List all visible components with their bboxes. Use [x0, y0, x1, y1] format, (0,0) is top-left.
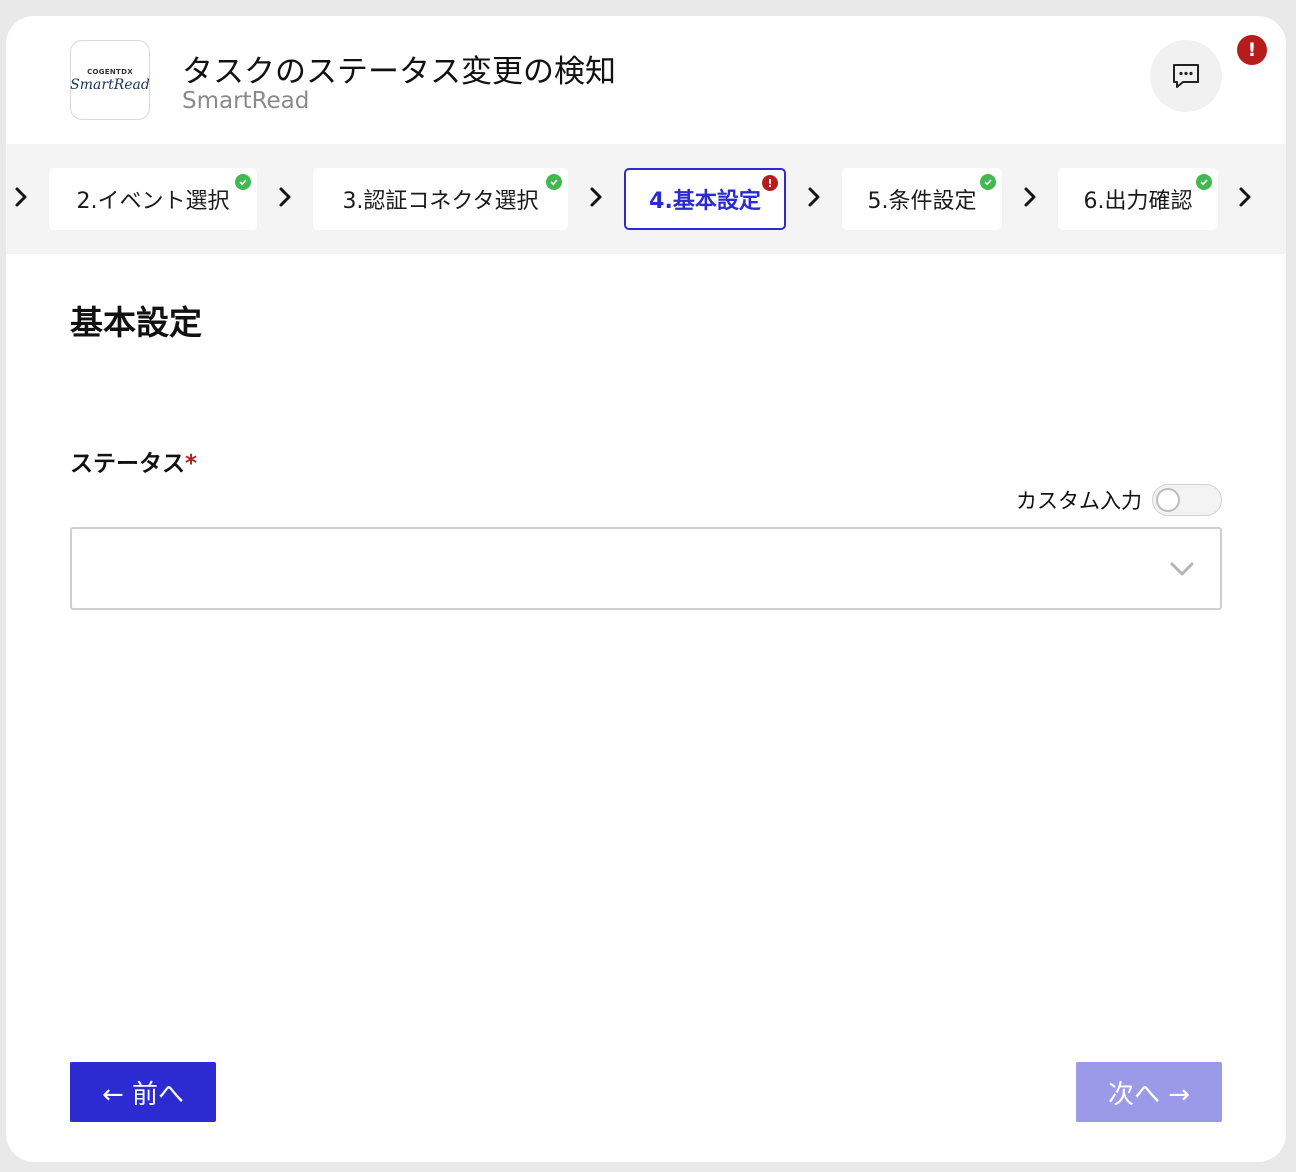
step-label: 4.基本設定 [649, 189, 761, 214]
step-navigation: 2.イベント選択 3.認証コネクタ選択 4.基本設定 ! 5.条件設定 6.出力… [6, 144, 1286, 254]
chevron-right-icon [808, 187, 820, 207]
error-alert-icon: ! [1237, 35, 1267, 65]
prev-button[interactable]: ← 前へ [70, 1062, 216, 1122]
toggle-knob [1156, 488, 1180, 512]
dialog-card: COGENTDX SmartRead タスクのステータス変更の検知 SmartR… [6, 16, 1286, 1162]
check-icon [980, 174, 996, 190]
step-label: 6.出力確認 [1083, 189, 1193, 214]
chat-icon [1173, 64, 1199, 88]
step-output-confirm[interactable]: 6.出力確認 [1058, 168, 1218, 230]
step-basic-settings[interactable]: 4.基本設定 ! [624, 168, 786, 230]
chevron-left-scroll-icon[interactable] [10, 182, 32, 212]
status-select[interactable] [70, 527, 1222, 610]
page-title: タスクのステータス変更の検知 [182, 54, 616, 90]
logo-brand-small: COGENTDX [87, 67, 133, 76]
step-conditions[interactable]: 5.条件設定 [842, 168, 1002, 230]
chevron-down-icon [1170, 562, 1194, 576]
required-mark: * [185, 451, 198, 477]
step-label: 3.認証コネクタ選択 [342, 189, 539, 214]
page-subtitle: SmartRead [182, 88, 310, 114]
step-auth-connector[interactable]: 3.認証コネクタ選択 [313, 168, 568, 230]
logo-brand-name: SmartRead [70, 76, 150, 93]
comment-button[interactable] [1150, 40, 1222, 112]
section-title: 基本設定 [70, 303, 202, 342]
check-icon [235, 174, 251, 190]
custom-input-toggle[interactable] [1152, 484, 1222, 516]
custom-input-label: カスタム入力 [1016, 489, 1142, 513]
chevron-right-icon [1024, 187, 1036, 207]
status-label-text: ステータス [70, 451, 185, 477]
chevron-right-icon [590, 187, 602, 207]
chevron-right-scroll-icon[interactable] [1234, 182, 1256, 212]
custom-input-row: カスタム入力 [1016, 484, 1222, 516]
next-button[interactable]: 次へ → [1076, 1062, 1222, 1122]
step-label: 2.イベント選択 [76, 189, 230, 214]
step-event-select[interactable]: 2.イベント選択 [49, 168, 257, 230]
check-icon [546, 174, 562, 190]
error-icon: ! [762, 175, 778, 191]
chevron-right-icon [279, 187, 291, 207]
status-field-label: ステータス* [70, 444, 197, 478]
step-label: 5.条件設定 [867, 189, 977, 214]
app-logo: COGENTDX SmartRead [70, 40, 150, 120]
check-icon [1196, 174, 1212, 190]
